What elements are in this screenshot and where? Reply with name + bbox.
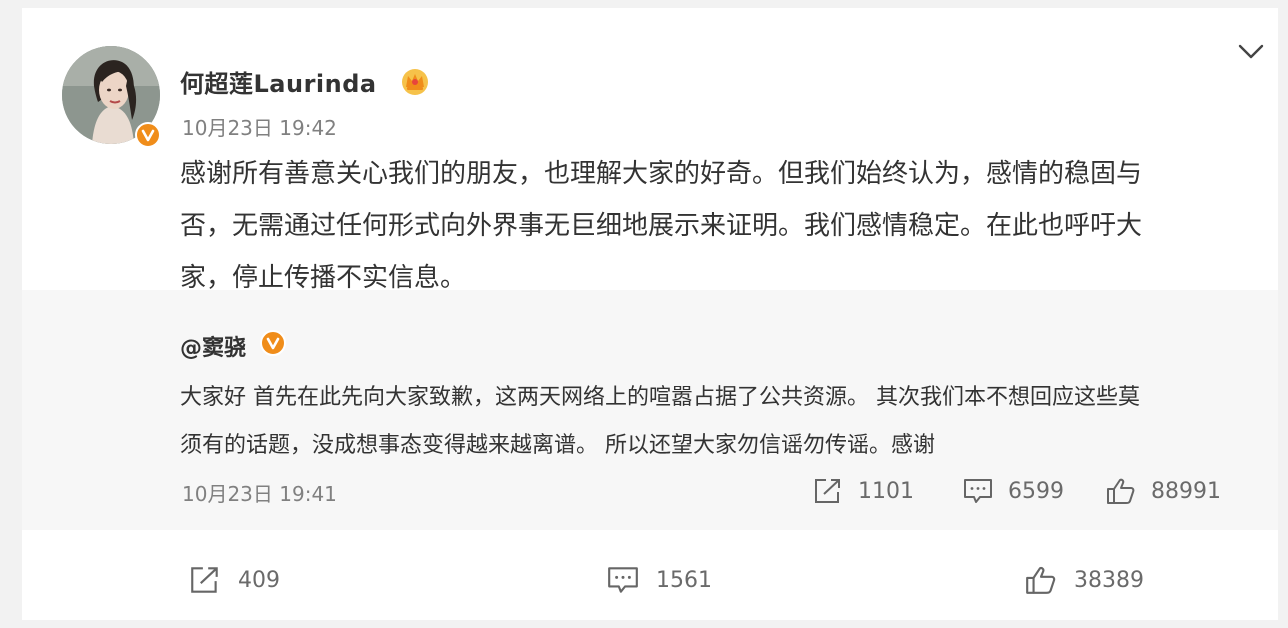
like-count: 38389 <box>1074 567 1144 593</box>
repost-body: 大家好 首先在此先向大家致歉，这两天网络上的喧嚣占据了公共资源。 其次我们本不想… <box>180 374 1250 470</box>
share-count: 409 <box>238 567 280 593</box>
repost-body-line: 大家好 首先在此先向大家致歉，这两天网络上的喧嚣占据了公共资源。 其次我们本不想… <box>180 385 1140 410</box>
weibo-post-card: 何超莲Laurinda 10月23日 19:42 感谢所有善意关心我们的朋友，也… <box>22 8 1278 620</box>
post-body-line: 感谢所有善意关心我们的朋友，也理解大家的好奇。但我们始终认为，感情的稳固与 <box>180 159 1143 189</box>
share-icon <box>812 476 844 506</box>
comment-count: 1561 <box>656 567 712 593</box>
repost-like-button[interactable]: 88991 <box>1105 476 1221 506</box>
crown-icon[interactable] <box>399 66 431 96</box>
post-body: 感谢所有善意关心我们的朋友，也理解大家的好奇。但我们始终认为，感情的稳固与 否，… <box>180 148 1250 304</box>
post-author-name[interactable]: 何超莲Laurinda <box>180 64 377 99</box>
repost-comment-button[interactable]: 6599 <box>962 476 1064 506</box>
comment-icon <box>962 476 994 506</box>
repost-share-count: 1101 <box>858 478 914 504</box>
repost-share-button[interactable]: 1101 <box>812 476 914 506</box>
like-button[interactable]: 38389 <box>1024 564 1144 596</box>
post-body-line: 否，无需通过任何形式向外界事无巨细地展示来证明。我们感情稳定。在此也呼吁大 <box>180 211 1143 241</box>
verified-v-icon <box>260 330 286 356</box>
comment-button[interactable]: 1561 <box>606 564 712 596</box>
post-timestamp[interactable]: 10月23日 19:42 <box>182 112 337 141</box>
repost-like-count: 88991 <box>1151 478 1221 504</box>
verified-v-icon <box>135 122 161 148</box>
reposted-content: @窦骁 大家好 首先在此先向大家致歉，这两天网络上的喧嚣占据了公共资源。 其次我… <box>22 290 1278 530</box>
comment-icon <box>606 564 640 596</box>
share-button[interactable]: 409 <box>188 564 280 596</box>
chevron-down-icon[interactable] <box>1236 40 1266 62</box>
repost-author-name[interactable]: @窦骁 <box>180 330 246 362</box>
thumbs-up-icon <box>1105 476 1137 506</box>
thumbs-up-icon <box>1024 564 1058 596</box>
repost-timestamp[interactable]: 10月23日 19:41 <box>182 478 337 507</box>
share-icon <box>188 564 222 596</box>
repost-comment-count: 6599 <box>1008 478 1064 504</box>
repost-body-line: 须有的话题，没成想事态变得越来越离谱。 所以还望大家勿信谣勿传谣。感谢 <box>180 433 935 458</box>
